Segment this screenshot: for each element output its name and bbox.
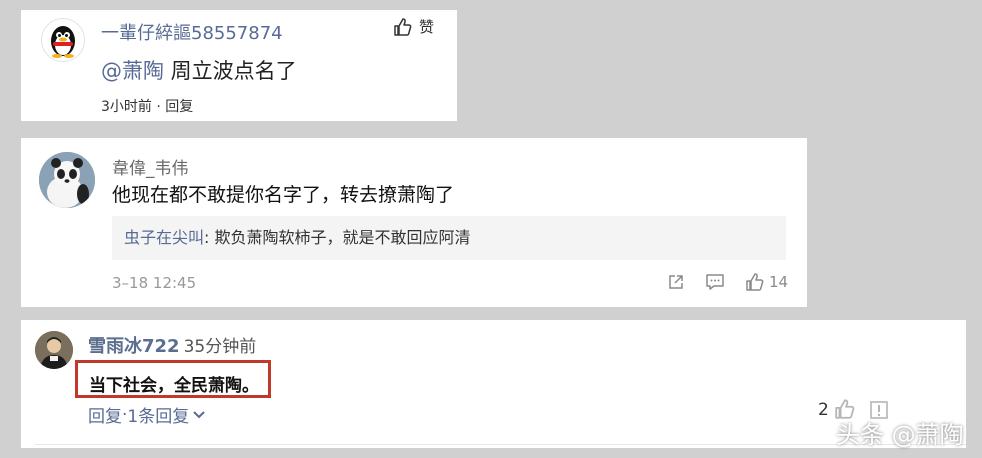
comment-text: 当下社会，全民萧陶。: [89, 376, 259, 396]
comment-time: 35分钟前: [183, 337, 257, 357]
comment-time: 3–18 12:45: [112, 274, 197, 292]
like-label: 赞: [419, 18, 435, 36]
reply-button[interactable]: 回复: [165, 99, 193, 115]
comment-meta: 3小时前 · 回复: [101, 96, 193, 116]
quoted-comment[interactable]: 虫子在尖叫: 欺负萧陶软柿子，就是不敢回应阿清: [112, 216, 786, 260]
view-replies-button[interactable]: 1条回复: [127, 402, 189, 427]
mention-link[interactable]: @萧陶: [101, 59, 164, 83]
panda-avatar[interactable]: [39, 152, 95, 208]
watermark: 头条 @萧陶: [836, 421, 964, 449]
quoted-username[interactable]: 虫子在尖叫: [124, 228, 204, 247]
thumbs-up-icon: [394, 17, 412, 36]
like-button[interactable]: 14: [745, 272, 788, 292]
user-avatar[interactable]: [35, 331, 73, 369]
comment-actions: 14: [667, 272, 788, 292]
qq-penguin-avatar[interactable]: [41, 18, 85, 62]
share-icon: [669, 275, 683, 289]
comment-text: @萧陶 周立波点名了: [101, 55, 297, 85]
reply-comment-button[interactable]: [705, 273, 725, 291]
quoted-text: : 欺负萧陶软柿子，就是不敢回应阿清: [204, 228, 471, 247]
share-button[interactable]: [667, 273, 685, 291]
thumbs-up-icon: [746, 273, 764, 291]
comment-text: 他现在都不敢提你名字了，转去撩萧陶了: [112, 184, 455, 206]
like-count: 14: [769, 273, 789, 291]
like-button[interactable]: 赞: [393, 16, 434, 37]
like-count: 2: [818, 400, 829, 420]
comment-text-content: 周立波点名了: [164, 59, 297, 83]
comment-card-1: 一輩仔綷謳58557874 赞 @萧陶 周立波点名了 3小时前 · 回复: [21, 10, 457, 121]
divider: [35, 444, 966, 445]
reply-button[interactable]: 回复: [88, 402, 122, 427]
comment-time: 3小时前: [101, 99, 152, 115]
comment-header: 雪雨冰722 35分钟前: [88, 332, 256, 358]
comment-username[interactable]: 韋偉_韦伟: [112, 154, 189, 179]
comment-icon: [706, 274, 724, 290]
chevron-down-icon[interactable]: [192, 408, 206, 422]
meta-separator: ·: [151, 99, 166, 115]
comment-reply-row: 回复 · 1条回复: [88, 402, 206, 427]
comment-card-2: 韋偉_韦伟 他现在都不敢提你名字了，转去撩萧陶了 虫子在尖叫: 欺负萧陶软柿子，…: [21, 138, 807, 307]
comment-username[interactable]: 一輩仔綷謳58557874: [101, 19, 283, 45]
comment-card-3: 雪雨冰722 35分钟前 当下社会，全民萧陶。 回复 · 1条回复 2: [21, 320, 966, 448]
comment-username[interactable]: 雪雨冰722: [88, 336, 180, 357]
